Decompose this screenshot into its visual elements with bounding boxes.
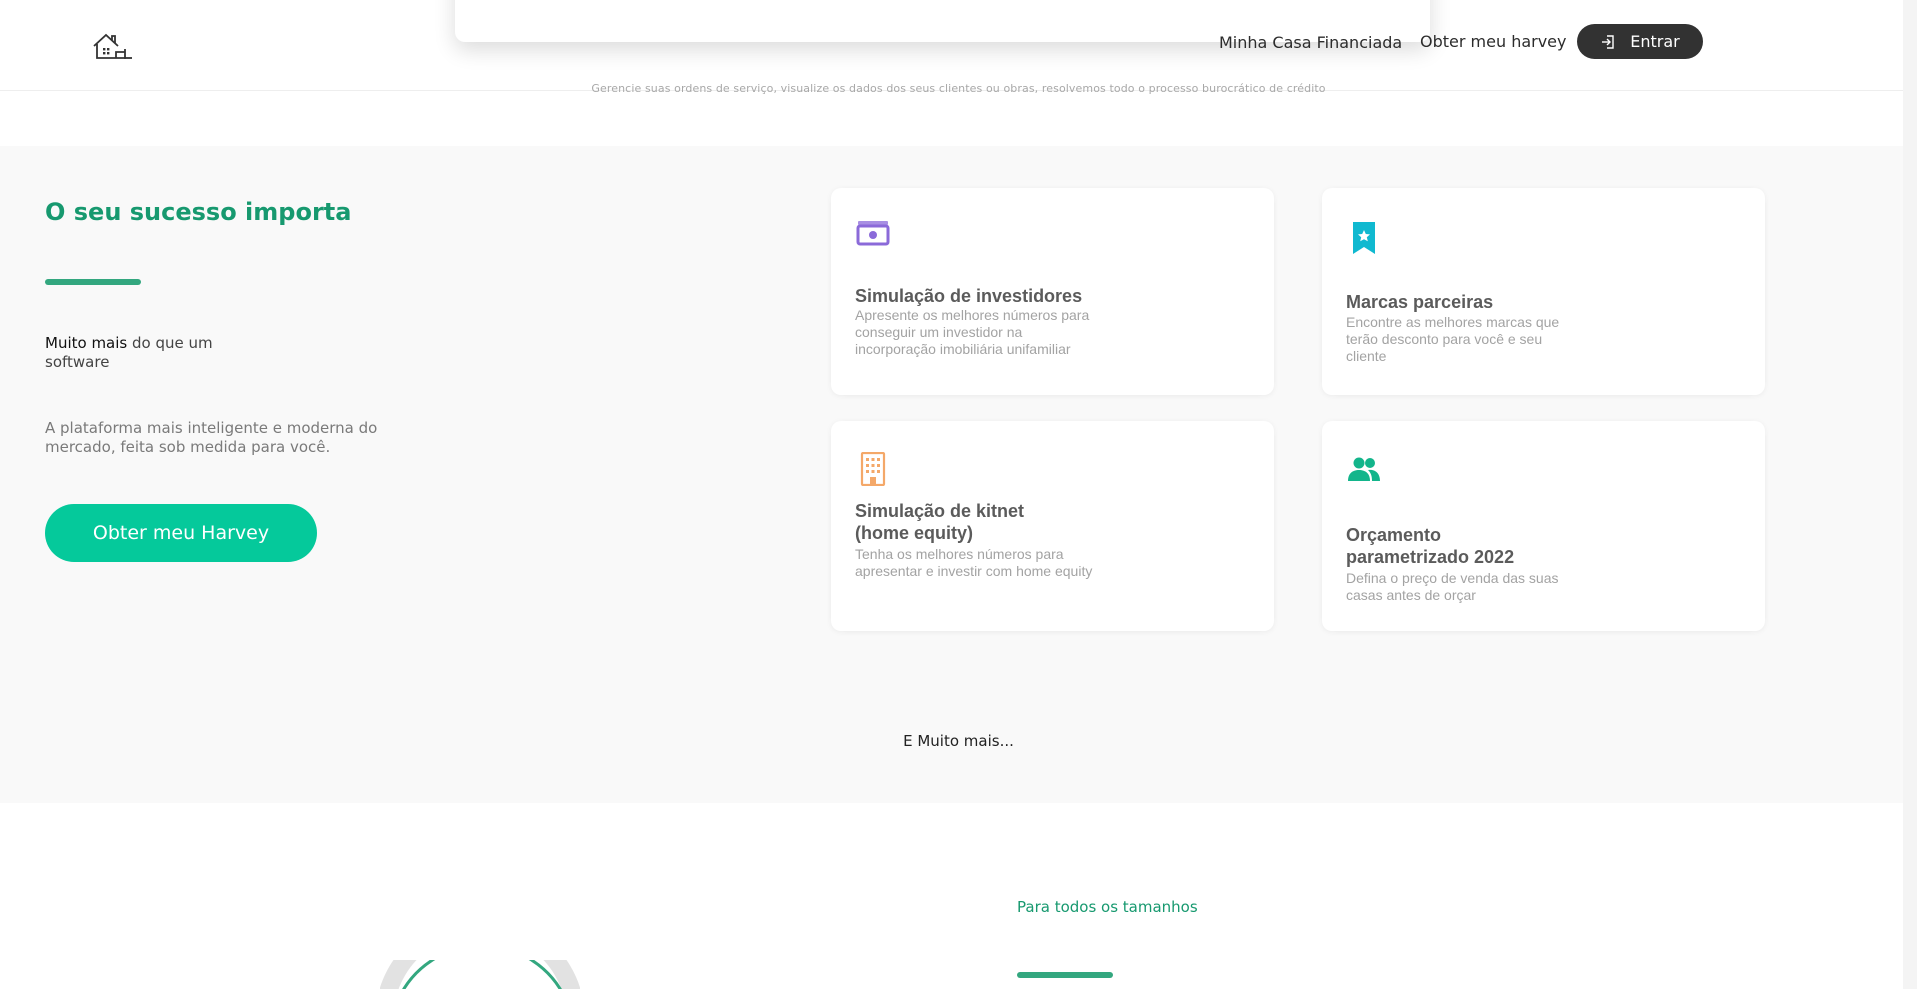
login-icon	[1602, 34, 1614, 49]
feature-title: Orçamento parametrizado 2022	[1346, 525, 1515, 567]
circle-illustration	[380, 960, 580, 989]
section-subtitle: Muito mais do que um software	[45, 334, 225, 372]
users-icon	[1348, 457, 1380, 481]
login-button[interactable]: Entrar	[1577, 24, 1703, 59]
feature-card-partner-brands[interactable]: Marcas parceiras Encontre as melhores ma…	[1322, 188, 1765, 395]
background-card-caption: Gerencie suas ordens de serviço, visuali…	[591, 82, 1326, 95]
house-logo-icon[interactable]	[92, 31, 132, 63]
sizes-label: Para todos os tamanhos	[1017, 898, 1198, 916]
page-scrollbar[interactable]	[1903, 0, 1917, 989]
building-icon	[860, 452, 886, 486]
feature-title: Simulação de investidores	[855, 286, 1083, 306]
sizes-underline	[1017, 972, 1113, 978]
nav-link-obter-meu-harvey[interactable]: Obter meu harvey	[1420, 32, 1567, 51]
section-title: O seu sucesso importa	[45, 198, 352, 226]
login-button-label: Entrar	[1630, 32, 1680, 51]
top-navbar: Gerencie suas ordens de serviço, visuali…	[0, 0, 1917, 95]
feature-text: Apresente os melhores números para conse…	[855, 307, 1090, 357]
section-description: A plataforma mais inteligente e moderna …	[45, 419, 378, 456]
section-subtitle-strong: Muito mais	[45, 334, 128, 352]
feature-title: Simulação de kitnet (home equity)	[855, 501, 1025, 543]
feature-card-investors[interactable]: Simulação de investidores Apresente os m…	[831, 188, 1274, 395]
money-icon	[856, 221, 890, 246]
section-title-underline	[45, 279, 141, 285]
feature-title: Marcas parceiras	[1346, 292, 1494, 312]
success-section: O seu sucesso importa Muito mais do que …	[0, 146, 1903, 803]
bookmark-star-icon	[1353, 222, 1375, 254]
feature-card-budget[interactable]: Orçamento parametrizado 2022 Defina o pr…	[1322, 421, 1765, 631]
more-text: E Muito mais...	[903, 732, 1014, 750]
feature-text: Tenha os melhores números para apresenta…	[855, 546, 1093, 579]
get-harvey-button[interactable]: Obter meu Harvey	[45, 504, 317, 562]
feature-card-kitnet[interactable]: Simulação de kitnet (home equity) Tenha …	[831, 421, 1274, 631]
feature-text: Defina o preço de venda das suas casas a…	[1346, 570, 1559, 603]
nav-link-minha-casa-financiada[interactable]: Minha Casa Financiada	[1219, 33, 1402, 52]
feature-text: Encontre as melhores marcas que terão de…	[1346, 314, 1560, 364]
